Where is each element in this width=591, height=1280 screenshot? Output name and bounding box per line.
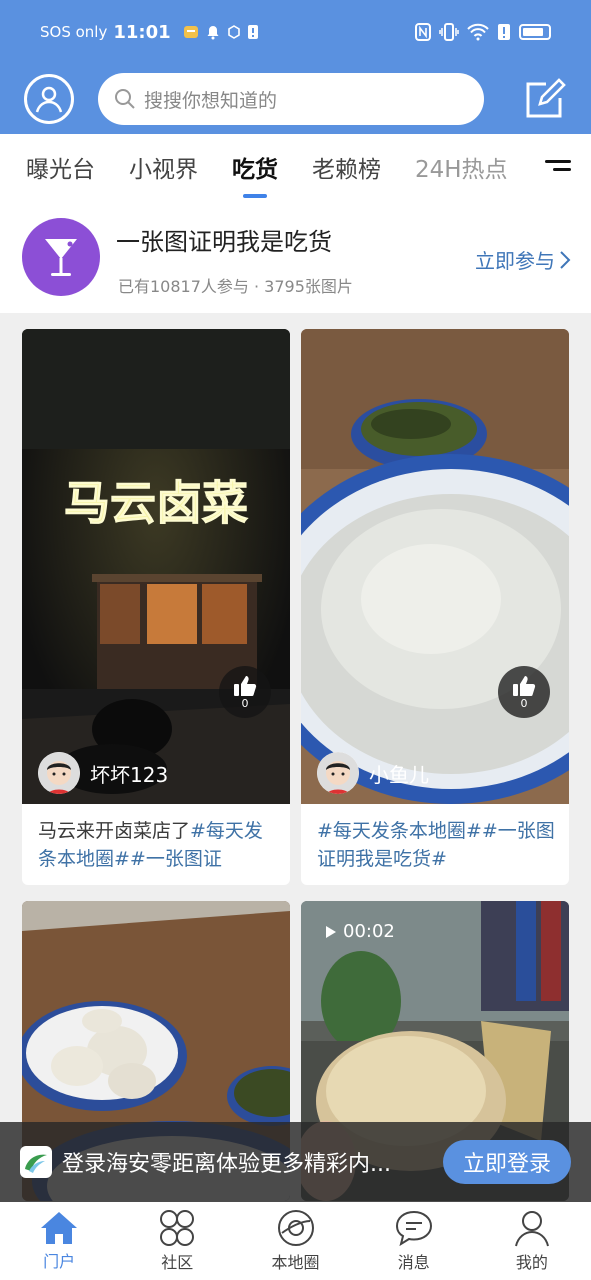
notification-app-icon	[183, 26, 198, 38]
duration-text: 00:02	[343, 921, 395, 942]
vibrate-icon	[439, 23, 459, 41]
chat-icon	[395, 1210, 432, 1247]
like-count: 0	[241, 696, 249, 710]
username: 小鱼儿	[369, 762, 429, 787]
like-count: 0	[520, 696, 528, 710]
post-caption[interactable]: #每天发条本地圈##一张图证明我是吃货#	[317, 817, 557, 873]
nav-community[interactable]: 社区	[118, 1202, 236, 1280]
edit-icon	[526, 78, 566, 118]
bottom-nav: 门户 社区 本地圈 消息 我的	[0, 1202, 591, 1280]
category-tabs: 曝光台 小视界 吃货 老赖榜 24H热点	[0, 134, 591, 200]
tab-small-vision[interactable]: 小视界	[129, 150, 198, 184]
nav-me[interactable]: 我的	[473, 1202, 591, 1280]
topic-stats: 已有10817人参与 · 3795张图片	[118, 277, 353, 296]
post-card[interactable]: 0 小鱼儿 #每天发条本地圈##一张图证明我是吃货#	[301, 329, 569, 885]
post-author[interactable]: 坏坏123	[38, 752, 168, 794]
post-image[interactable]: 马云卤菜	[22, 329, 290, 804]
nav-label: 我的	[515, 1253, 548, 1272]
tabs-menu-icon[interactable]	[545, 160, 571, 174]
bell-icon	[207, 26, 219, 40]
profile-avatar-button[interactable]	[24, 74, 74, 124]
tab-exposure[interactable]: 曝光台	[26, 150, 95, 184]
chevron-right-icon	[560, 250, 571, 269]
alert-icon	[247, 25, 258, 39]
username: 坏坏123	[90, 762, 169, 787]
nav-messages[interactable]: 消息	[355, 1202, 473, 1280]
caption-text: 马云来开卤菜店了	[38, 820, 191, 842]
video-duration: 00:02	[325, 921, 395, 942]
battery-icon	[519, 24, 551, 40]
avatar	[317, 752, 359, 794]
app-header: SOS only 11:01 搜搜你想知道的	[0, 0, 591, 134]
play-icon	[326, 925, 336, 938]
compose-button[interactable]	[523, 77, 567, 121]
clock: 11:01	[113, 21, 171, 43]
like-button[interactable]: 0	[498, 666, 550, 718]
wifi-icon	[467, 23, 489, 41]
carrier-text: SOS only	[40, 23, 108, 41]
user-icon	[35, 86, 63, 113]
sim-alert-icon	[498, 24, 510, 40]
caption-hashtags[interactable]: #每天发条本地圈##一张图证明我是吃货#	[317, 820, 555, 870]
package-icon	[227, 25, 240, 39]
tab-foodie[interactable]: 吃货	[232, 150, 278, 184]
login-banner-text: 登录海安零距离体验更多精彩内...	[62, 1152, 391, 1177]
nav-label: 本地圈	[271, 1253, 320, 1272]
planet-icon	[277, 1210, 314, 1246]
search-input[interactable]: 搜搜你想知道的	[98, 73, 484, 125]
search-icon	[115, 89, 135, 109]
nav-label: 消息	[397, 1253, 430, 1272]
login-button[interactable]: 立即登录	[443, 1140, 571, 1184]
tab-defaulter-list[interactable]: 老赖榜	[312, 150, 381, 184]
topic-title: 一张图证明我是吃货	[116, 228, 332, 256]
nav-portal[interactable]: 门户	[0, 1202, 118, 1280]
nav-local-circle[interactable]: 本地圈	[236, 1202, 354, 1280]
thumbs-up-icon	[234, 675, 257, 696]
post-image[interactable]	[301, 329, 569, 804]
nav-label: 门户	[43, 1252, 76, 1271]
join-label: 立即参与	[475, 249, 555, 273]
like-button[interactable]: 0	[219, 666, 271, 718]
search-placeholder: 搜搜你想知道的	[144, 89, 278, 112]
nfc-icon	[415, 23, 431, 41]
community-icon	[160, 1210, 195, 1246]
topic-header: 一张图证明我是吃货 已有10817人参与 · 3795张图片 立即参与	[0, 200, 591, 313]
tab-24h-hot[interactable]: 24H热点	[415, 150, 508, 184]
login-banner: 登录海安零距离体验更多精彩内... 立即登录	[0, 1122, 591, 1202]
home-icon	[41, 1212, 78, 1244]
avatar	[38, 752, 80, 794]
shop-sign-text: 马云卤菜	[64, 476, 248, 530]
status-bar: SOS only 11:01	[0, 0, 591, 64]
cocktail-icon	[22, 218, 100, 296]
join-topic-button[interactable]: 立即参与	[475, 245, 571, 274]
post-author[interactable]: 小鱼儿	[317, 752, 429, 794]
person-icon	[514, 1211, 549, 1247]
nav-label: 社区	[161, 1253, 194, 1272]
post-card[interactable]: 马云卤菜 0 坏坏123 马云来开卤菜店了#每天发条本地圈##一张图证	[22, 329, 290, 885]
post-caption[interactable]: 马云来开卤菜店了#每天发条本地圈##一张图证	[38, 817, 278, 873]
thumbs-up-icon	[513, 675, 536, 696]
app-logo-icon	[20, 1146, 52, 1178]
